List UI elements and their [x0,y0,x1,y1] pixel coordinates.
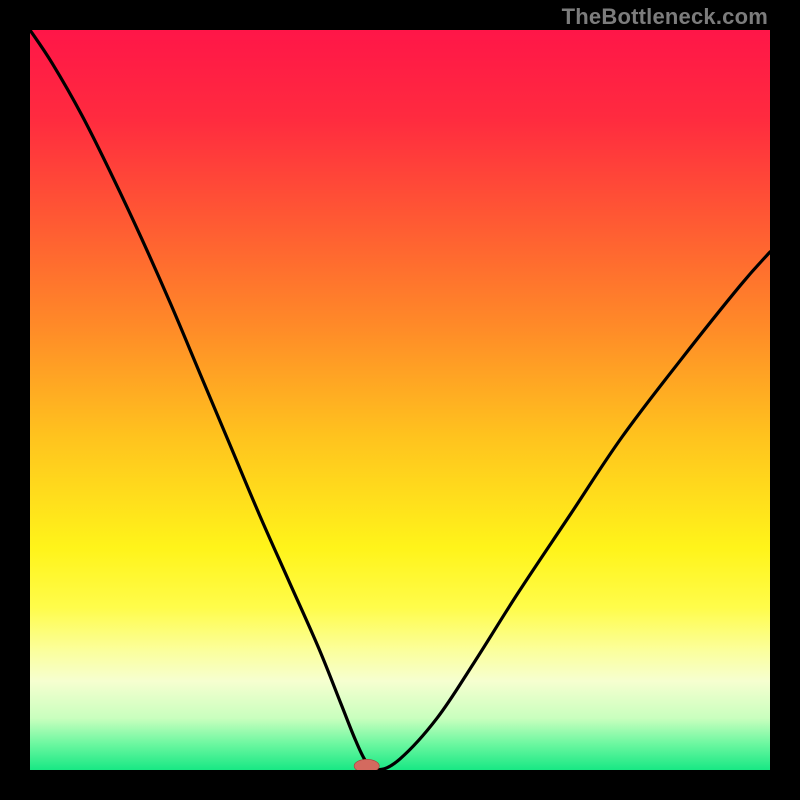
chart-frame: TheBottleneck.com [0,0,800,800]
attribution-label: TheBottleneck.com [562,4,768,30]
gradient-background [30,30,770,770]
plot-area [30,30,770,770]
